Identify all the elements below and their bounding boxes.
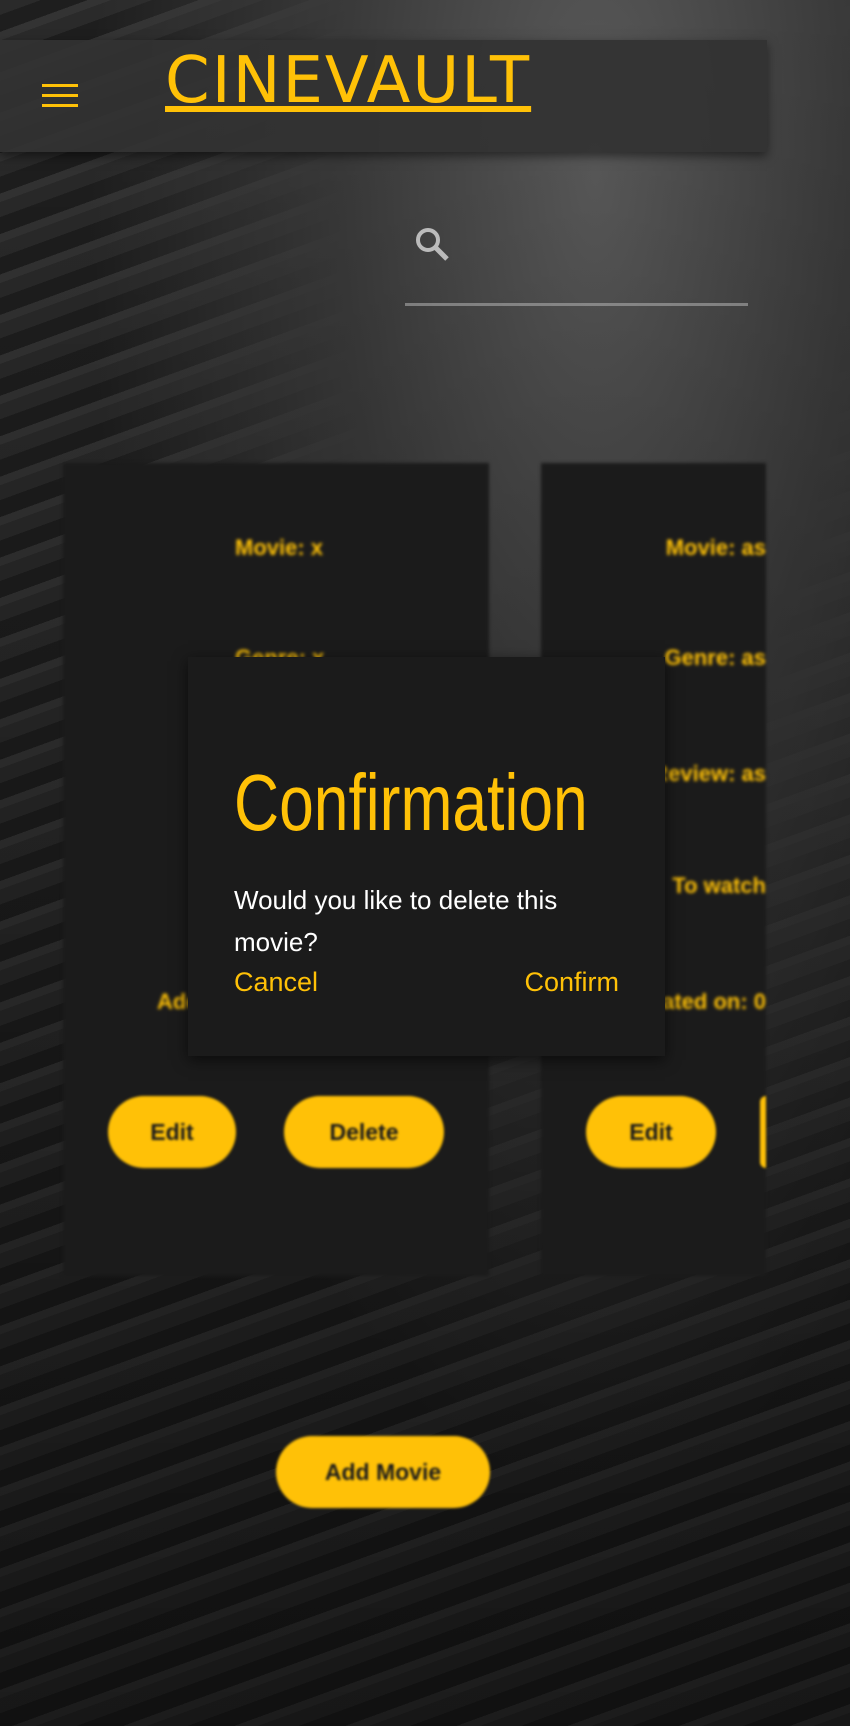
- movie-title: Movie: x: [235, 535, 324, 560]
- search-icon[interactable]: [413, 225, 453, 265]
- search-input[interactable]: [405, 303, 748, 306]
- cancel-button[interactable]: Cancel: [234, 967, 318, 998]
- movie-review: Review: as: [652, 761, 766, 786]
- movie-to-watch: To watch: [672, 873, 766, 898]
- logo-title[interactable]: CINEVAULT: [165, 44, 531, 118]
- hamburger-icon[interactable]: [42, 84, 78, 108]
- delete-button[interactable]: [760, 1096, 766, 1168]
- dialog-title: Confirmation: [234, 758, 588, 847]
- movie-genre: Genre: as: [664, 645, 767, 670]
- confirm-button[interactable]: Confirm: [524, 967, 619, 998]
- delete-button[interactable]: Delete: [284, 1096, 444, 1168]
- edit-button[interactable]: Edit: [586, 1096, 716, 1168]
- movie-title: Movie: as: [665, 535, 766, 560]
- edit-button[interactable]: Edit: [108, 1096, 236, 1168]
- header: CINEVAULT: [0, 40, 767, 152]
- confirmation-dialog: Confirmation Would you like to delete th…: [188, 657, 665, 1056]
- add-movie-button[interactable]: Add Movie: [276, 1436, 490, 1508]
- dialog-message: Would you like to delete this movie?: [234, 885, 558, 957]
